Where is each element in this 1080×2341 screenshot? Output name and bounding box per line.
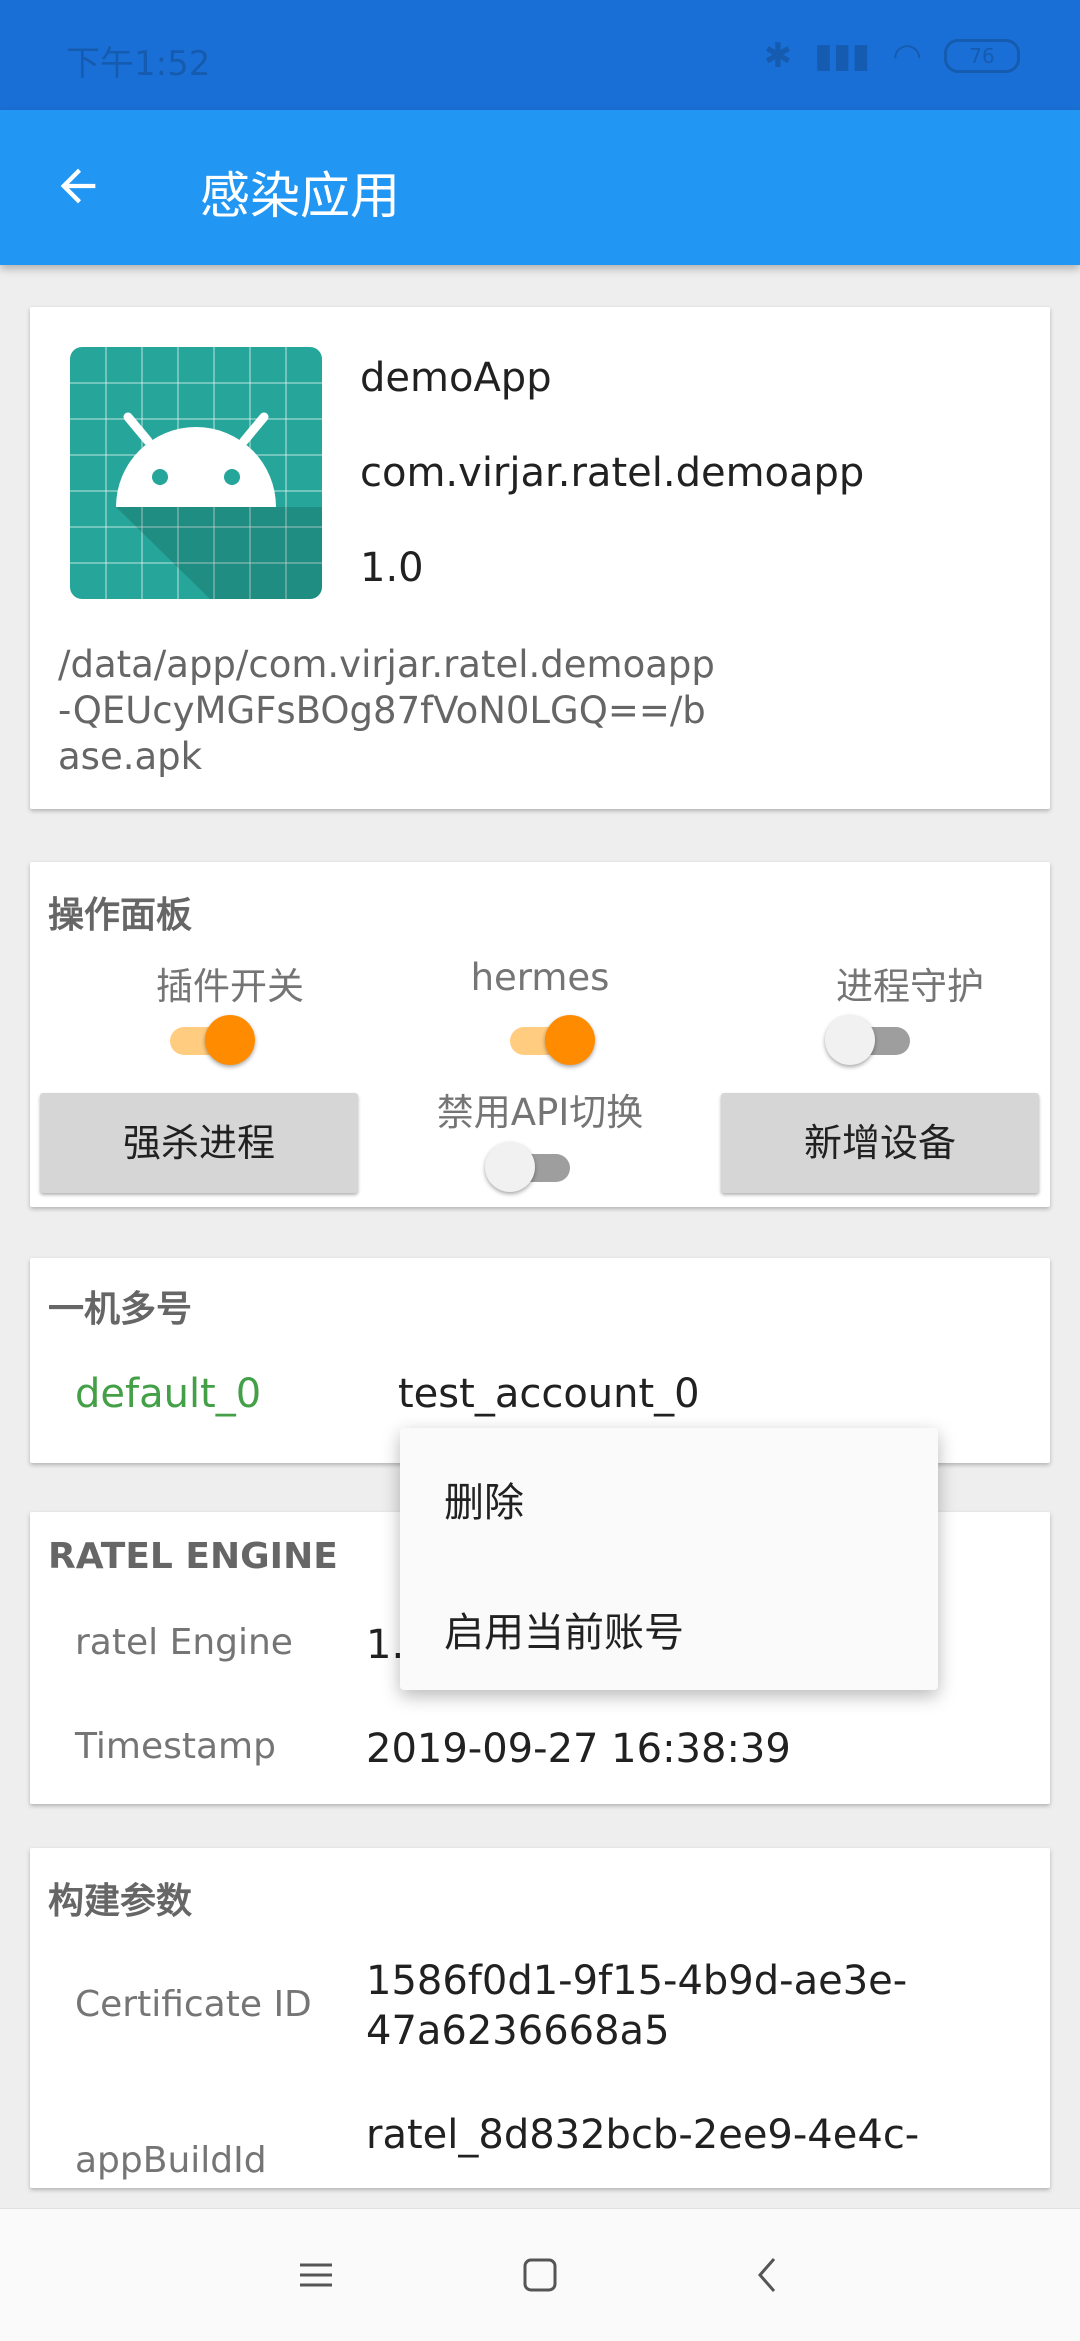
wifi-icon: ◠ [892, 36, 922, 76]
app-version: 1.0 [360, 545, 424, 591]
battery-icon: 76 [944, 39, 1020, 73]
back-arrow-icon[interactable] [52, 160, 104, 212]
timestamp-value: 2019-09-27 16:38:39 [366, 1726, 791, 1772]
app-build-id-label: appBuildId [75, 2140, 267, 2181]
app-info-card: demoApp com.virjar.ratel.demoapp 1.0 /da… [30, 307, 1050, 809]
timestamp-label: Timestamp [75, 1726, 276, 1767]
app-build-id-value: ratel_8d832bcb-2ee9-4e4c- [366, 2112, 920, 2158]
signal-icon: ▮▮▮ [814, 36, 871, 76]
control-panel-title: 操作面板 [48, 895, 193, 936]
kill-process-button[interactable]: 强杀进程 [40, 1093, 358, 1193]
apk-path: /data/app/com.virjar.ratel.demoapp-QEUcy… [58, 643, 715, 778]
back-nav-icon[interactable] [748, 2255, 788, 2295]
certificate-id-value: 1586f0d1-9f15-4b9d-ae3e-47a6236668a5 [366, 1958, 908, 2054]
add-device-button[interactable]: 新增设备 [721, 1093, 1039, 1193]
android-app-icon [70, 347, 322, 599]
home-icon[interactable] [520, 2255, 560, 2295]
account-context-menu: 删除 启用当前账号 [400, 1428, 938, 1690]
app-bar: 感染应用 [0, 110, 1080, 265]
menu-icon[interactable] [296, 2255, 336, 2295]
disable-api-toggle[interactable] [485, 1142, 575, 1192]
certificate-id-label: Certificate ID [75, 1984, 312, 2025]
default-account-item[interactable]: default_0 [75, 1371, 261, 1417]
app-package: com.virjar.ratel.demoapp [360, 450, 865, 496]
process-guard-label: 进程守护 [836, 965, 984, 1008]
page-title: 感染应用 [200, 167, 400, 225]
current-account-item[interactable]: test_account_0 [398, 1371, 700, 1417]
disable-api-label: 禁用API切换 [436, 1091, 644, 1134]
engine-value: 1. [366, 1622, 405, 1668]
status-time: 下午1:52 [66, 44, 211, 84]
app-name: demoApp [360, 355, 552, 401]
control-panel-card: 操作面板 插件开关 hermes 进程守护 强杀进程 禁用API切换 新增设备 [30, 862, 1050, 1207]
plugin-switch-toggle[interactable] [165, 1015, 255, 1065]
bluetooth-icon: ✱ [763, 36, 793, 76]
multi-account-title: 一机多号 [48, 1289, 193, 1330]
hermes-toggle[interactable] [505, 1015, 595, 1065]
status-icons: ✱ ▮▮▮ ◠ 76 [764, 36, 1020, 76]
build-params-title: 构建参数 [48, 1881, 193, 1922]
menu-item-delete[interactable]: 删除 [444, 1470, 524, 1528]
build-params-card: 构建参数 Certificate ID 1586f0d1-9f15-4b9d-a… [30, 1848, 1050, 2188]
plugin-switch-label: 插件开关 [156, 965, 304, 1008]
hermes-label: hermes [470, 956, 610, 999]
ratel-engine-title: RATEL ENGINE [48, 1536, 338, 1577]
menu-item-enable-account[interactable]: 启用当前账号 [444, 1600, 684, 1658]
process-guard-toggle[interactable] [825, 1015, 915, 1065]
system-nav-bar [0, 2208, 1080, 2341]
engine-label: ratel Engine [75, 1622, 293, 1663]
status-bar: 下午1:52 ✱ ▮▮▮ ◠ 76 [0, 0, 1080, 110]
